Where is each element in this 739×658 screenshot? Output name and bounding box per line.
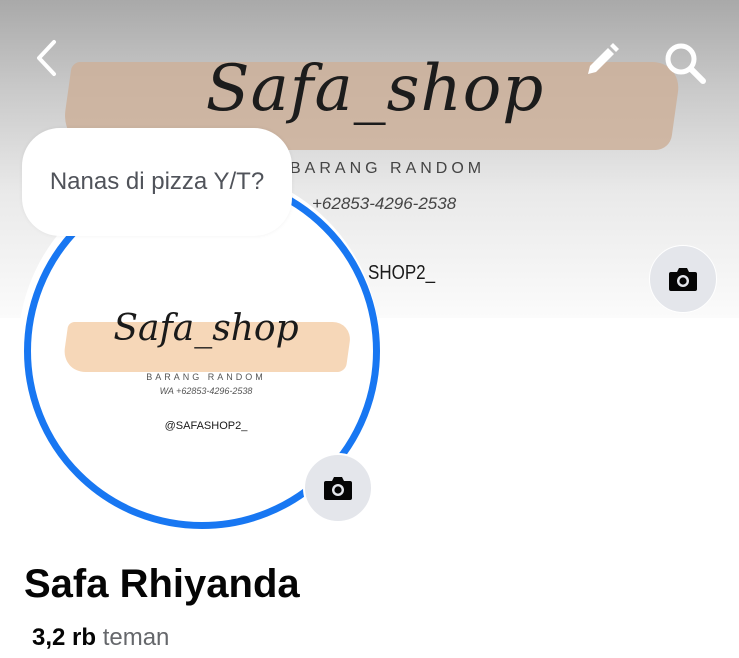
chevron-left-icon [37,40,56,76]
friends-label: teman [102,624,170,651]
profile-name: Safa Rhiyanda [24,562,300,606]
avatar-logo-title: Safa_shop [113,308,299,349]
camera-icon [669,268,697,291]
cover-whatsapp: +62853-4296-2538 [312,194,457,213]
friends-count-link[interactable]: 3,2 rb teman [32,624,169,652]
camera-icon [324,477,352,500]
search-button[interactable] [660,38,710,88]
search-icon [665,43,706,84]
note-bubble[interactable]: Nanas di pizza Y/T? [22,128,292,236]
edit-button[interactable] [580,38,624,82]
cover-handle: SHOP2_ [368,262,436,284]
friends-count: 3,2 rb [32,624,97,651]
pencil-icon [588,43,619,74]
back-button[interactable] [26,38,66,78]
edit-profile-picture-button[interactable] [303,453,373,523]
avatar-logo-handle: @SAFASHOP2_ [164,420,248,432]
note-bubble-tail-dot [107,248,120,261]
avatar-logo-whatsapp: WA +62853-4296-2538 [159,386,253,396]
note-text: Nanas di pizza Y/T? [49,168,265,195]
cover-title: Safa_shop [205,52,545,126]
edit-cover-photo-button[interactable] [649,245,717,313]
cover-subtitle: BARANG RANDOM [290,160,486,177]
avatar-logo-subtitle: BARANG RANDOM [146,372,266,382]
